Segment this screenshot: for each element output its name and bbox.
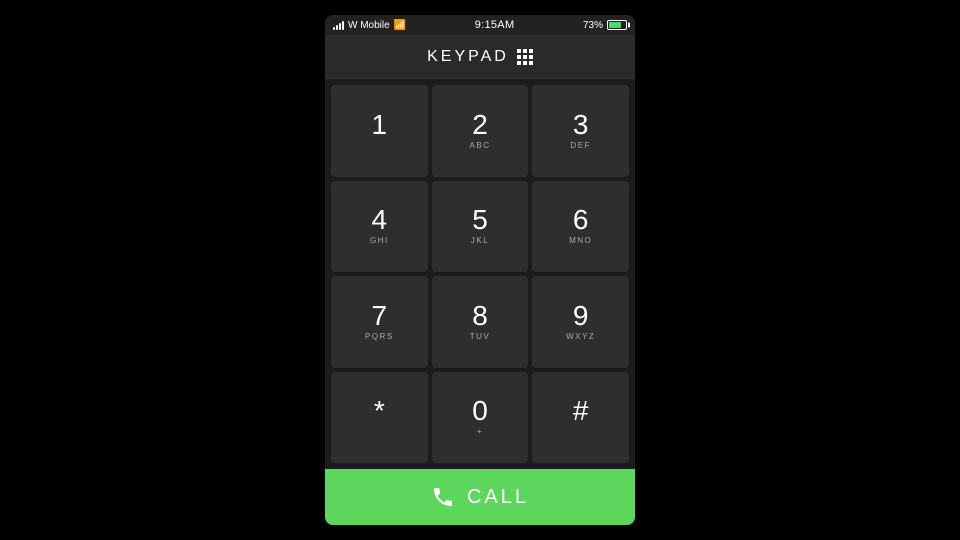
header: KEYPAD: [325, 35, 635, 79]
key-8-number: 8: [472, 302, 488, 330]
keypad-row-3: 7 PQRS 8 TUV 9 WXYZ: [331, 276, 629, 368]
key-1-number: 1: [372, 111, 388, 139]
key-3[interactable]: 3 DEF: [532, 85, 629, 177]
key-hash[interactable]: #: [532, 372, 629, 464]
keypad-row-4: * 0 + #: [331, 372, 629, 464]
time-display: 9:15AM: [475, 19, 515, 31]
key-2-letters: ABC: [470, 141, 491, 151]
key-4[interactable]: 4 GHI: [331, 181, 428, 273]
keypad-row-1: 1 2 ABC 3 DEF: [331, 85, 629, 177]
keypad-area: 1 2 ABC 3 DEF 4 GHI 5 JKL 6: [325, 79, 635, 469]
carrier-label: W Mobile: [348, 20, 390, 31]
keypad-row-2: 4 GHI 5 JKL 6 MNO: [331, 181, 629, 273]
battery-percent-label: 73%: [583, 20, 603, 31]
key-2[interactable]: 2 ABC: [432, 85, 529, 177]
key-star[interactable]: *: [331, 372, 428, 464]
key-6-number: 6: [573, 206, 589, 234]
key-5[interactable]: 5 JKL: [432, 181, 529, 273]
phone-call-icon: [431, 485, 455, 509]
key-2-number: 2: [472, 111, 488, 139]
key-7[interactable]: 7 PQRS: [331, 276, 428, 368]
header-title: KEYPAD: [427, 48, 533, 66]
key-1[interactable]: 1: [331, 85, 428, 177]
key-star-number: *: [374, 397, 385, 425]
call-label: CALL: [467, 486, 529, 509]
key-0[interactable]: 0 +: [432, 372, 529, 464]
call-button[interactable]: CALL: [325, 469, 635, 525]
key-8-letters: TUV: [470, 332, 491, 342]
signal-bars-icon: [333, 20, 344, 30]
key-9-number: 9: [573, 302, 589, 330]
key-5-number: 5: [472, 206, 488, 234]
key-6-letters: MNO: [569, 236, 592, 246]
battery-icon: [607, 20, 627, 30]
key-7-number: 7: [372, 302, 388, 330]
key-5-letters: JKL: [471, 236, 489, 246]
key-hash-number: #: [573, 397, 589, 425]
key-9-letters: WXYZ: [566, 332, 595, 342]
wifi-icon: 📶: [394, 20, 406, 31]
status-left: W Mobile 📶: [333, 20, 406, 31]
grid-icon: [517, 49, 533, 65]
key-3-letters: DEF: [570, 141, 591, 151]
key-4-number: 4: [372, 206, 388, 234]
key-9[interactable]: 9 WXYZ: [532, 276, 629, 368]
key-4-letters: GHI: [370, 236, 389, 246]
phone-frame: W Mobile 📶 9:15AM 73% KEYPAD: [325, 15, 635, 525]
status-bar: W Mobile 📶 9:15AM 73%: [325, 15, 635, 35]
key-6[interactable]: 6 MNO: [532, 181, 629, 273]
key-8[interactable]: 8 TUV: [432, 276, 529, 368]
status-right: 73%: [583, 20, 627, 31]
keypad-title-label: KEYPAD: [427, 48, 509, 66]
key-7-letters: PQRS: [365, 332, 394, 342]
key-3-number: 3: [573, 111, 589, 139]
key-0-number: 0: [472, 397, 488, 425]
key-0-letters: +: [477, 427, 483, 437]
